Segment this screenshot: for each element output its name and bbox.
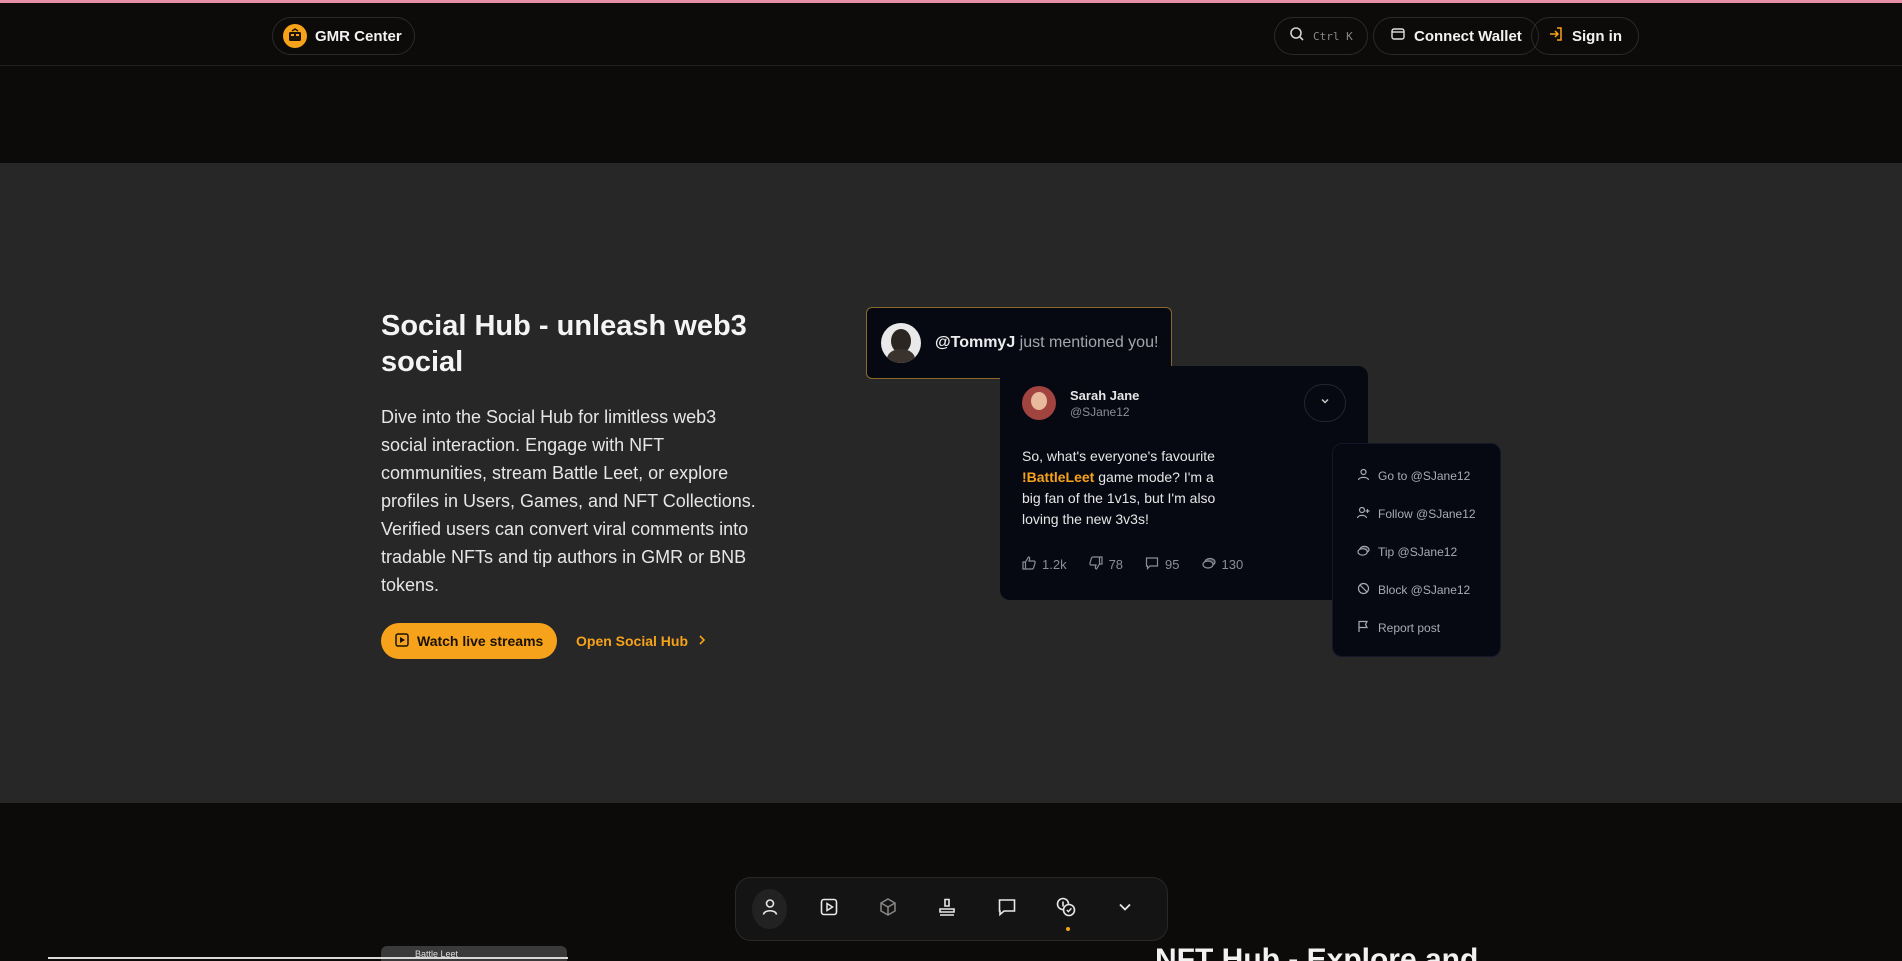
menu-item-go-to-profile[interactable]: Go to @SJane12 — [1333, 457, 1500, 495]
comment-button[interactable]: 95 — [1145, 556, 1180, 573]
flag-icon — [1357, 620, 1370, 636]
chevron-down-icon — [1116, 898, 1134, 921]
bottom-divider — [48, 957, 568, 959]
avatar — [1022, 386, 1056, 420]
open-social-hub-link[interactable]: Open Social Hub — [576, 623, 708, 659]
user-plus-icon — [1356, 506, 1370, 522]
post-text: So, what's everyone's favourite !BattleL… — [1022, 448, 1216, 527]
tip-button[interactable]: 130 — [1201, 556, 1243, 573]
like-button[interactable]: 1.2k — [1022, 556, 1067, 573]
brand-name: GMR Center — [315, 27, 402, 45]
menu-item-report[interactable]: Report post — [1333, 609, 1500, 647]
menu-item-follow[interactable]: Follow @SJane12 — [1333, 495, 1500, 533]
dock-chat-button[interactable] — [989, 889, 1024, 929]
post-author-handle: @SJane12 — [1070, 405, 1130, 419]
bottom-dock — [735, 877, 1168, 941]
block-icon — [1357, 582, 1370, 598]
connect-wallet-label: Connect Wallet — [1414, 27, 1522, 45]
sign-in-icon — [1548, 26, 1564, 46]
stamp-icon — [937, 897, 957, 922]
mention-user: @TommyJ — [935, 334, 1016, 351]
search-shortcut: Ctrl K — [1313, 29, 1353, 43]
watch-live-streams-label: Watch live streams — [417, 633, 544, 649]
dock-stamp-button[interactable] — [930, 889, 965, 929]
watch-live-streams-button[interactable]: Watch live streams — [381, 623, 558, 659]
comment-icon — [1145, 556, 1159, 573]
navbar: GMR Center Ctrl K Connect Wallet Sign in — [0, 3, 1902, 66]
search-button[interactable]: Ctrl K — [1274, 17, 1368, 55]
coin-icon — [1357, 544, 1370, 560]
post-options-menu: Go to @SJane12 Follow @SJane12 Tip @SJan… — [1332, 443, 1501, 657]
post-card: Sarah Jane @SJane12 So, what's everyone'… — [1000, 366, 1368, 600]
dock-nft-button[interactable] — [871, 889, 906, 929]
avatar — [881, 323, 921, 363]
post-hashtag[interactable]: !BattleLeet — [1022, 469, 1094, 485]
dock-tokens-button[interactable] — [1048, 889, 1083, 931]
dock-users-button[interactable] — [752, 889, 788, 929]
play-icon — [819, 897, 839, 922]
active-indicator-dot — [1066, 927, 1071, 931]
gmr-logo-icon — [283, 24, 307, 48]
sign-in-label: Sign in — [1572, 27, 1622, 45]
play-icon — [395, 632, 409, 650]
cube-icon — [878, 897, 898, 922]
open-social-hub-label: Open Social Hub — [576, 633, 689, 649]
social-hub-section: Social Hub - unleash web3 social Dive in… — [0, 163, 1902, 803]
chat-icon — [997, 897, 1017, 922]
mention-text: just mentioned you! — [1015, 334, 1159, 351]
hero-description: Dive into the Social Hub for limitless w… — [381, 407, 756, 595]
coins-icon — [1055, 896, 1077, 923]
post-stats: 1.2k 78 95 130 — [1022, 556, 1265, 573]
user-icon — [1357, 468, 1370, 484]
dock-more-button[interactable] — [1108, 889, 1143, 929]
nft-hub-section-title: NFT Hub - Explore and — [1155, 945, 1478, 961]
post-options-button[interactable] — [1304, 384, 1346, 422]
thumbs-down-icon — [1088, 556, 1103, 573]
user-icon — [760, 897, 780, 922]
dock-streams-button[interactable] — [811, 889, 846, 929]
chevron-down-icon — [1319, 394, 1331, 412]
thumbs-up-icon — [1022, 556, 1036, 573]
post-author-name: Sarah Jane — [1070, 388, 1140, 403]
menu-item-tip[interactable]: Tip @SJane12 — [1333, 533, 1500, 571]
sign-in-button[interactable]: Sign in — [1531, 17, 1639, 55]
chevron-right-icon — [696, 633, 708, 649]
brand-home-link[interactable]: GMR Center — [272, 17, 415, 55]
dislike-button[interactable]: 78 — [1088, 556, 1123, 573]
connect-wallet-button[interactable]: Connect Wallet — [1373, 17, 1539, 55]
hero-title: Social Hub - unleash web3 social — [381, 310, 747, 378]
coin-icon — [1201, 556, 1216, 573]
wallet-icon — [1390, 26, 1406, 46]
menu-item-block[interactable]: Block @SJane12 — [1333, 571, 1500, 609]
search-icon — [1289, 26, 1305, 46]
